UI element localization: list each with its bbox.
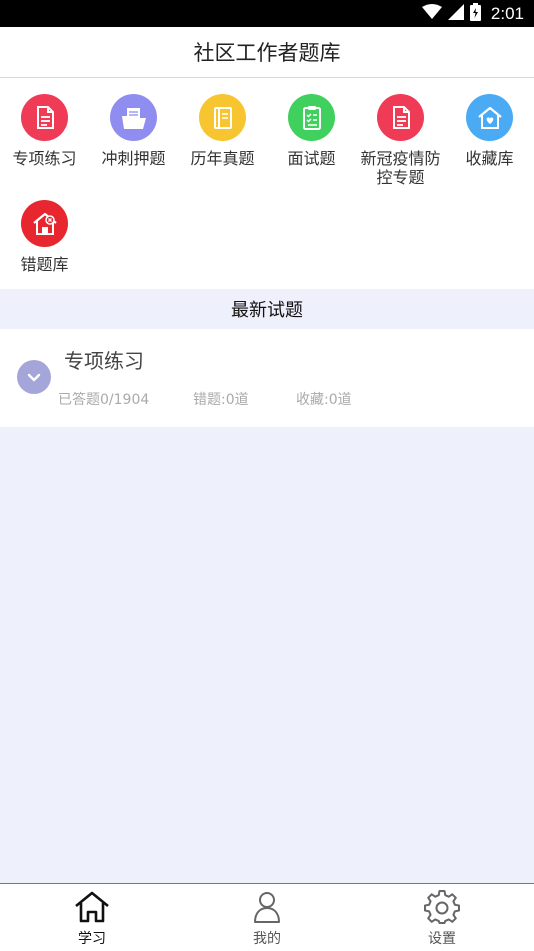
exam-title: 专项练习 [64, 349, 144, 373]
status-bar: 2:01 [0, 0, 534, 27]
home-heart-icon [466, 94, 513, 141]
favorites-count: 收藏:0道 [296, 392, 352, 408]
section-title: 最新试题 [231, 299, 303, 321]
category-favorites[interactable]: 收藏库 [445, 94, 534, 168]
wrong-count: 错题:0道 [193, 392, 249, 408]
nav-item-settings[interactable]: 设置 [353, 884, 531, 951]
category-label: 新冠疫情防控专题 [360, 149, 441, 187]
nav-label: 设置 [428, 931, 456, 947]
category-label: 面试题 [287, 149, 336, 168]
category-interview[interactable]: 面试题 [267, 94, 356, 168]
category-panel: 专项练习 冲刺押题 历年真题 面试题 新冠疫情防控专题 收藏库 错题库 [0, 78, 534, 289]
checklist-icon [288, 94, 335, 141]
status-time: 2:01 [490, 3, 524, 23]
gear-icon [424, 889, 460, 925]
person-icon [249, 889, 285, 925]
page-title: 社区工作者题库 [193, 41, 341, 65]
signal-icon [447, 3, 464, 24]
section-header: 最新试题 [0, 289, 534, 328]
category-covid-topic[interactable]: 新冠疫情防控专题 [356, 94, 445, 187]
category-label: 冲刺押题 [101, 149, 166, 168]
category-label: 错题库 [20, 255, 69, 274]
folder-icon [110, 94, 157, 141]
battery-icon [469, 2, 481, 25]
nav-label: 我的 [253, 931, 281, 947]
expand-button[interactable] [17, 360, 51, 394]
category-label: 专项练习 [12, 149, 77, 168]
home-icon [74, 889, 110, 925]
exam-card[interactable] [0, 329, 534, 427]
category-label: 历年真题 [190, 149, 255, 168]
answered-count: 已答题0/1904 [58, 392, 150, 408]
nav-label: 学习 [78, 931, 106, 947]
category-wrong-questions[interactable]: 错题库 [0, 200, 89, 274]
category-label: 收藏库 [465, 149, 514, 168]
category-past-exams[interactable]: 历年真题 [178, 94, 267, 168]
category-sprint-questions[interactable]: 冲刺押题 [89, 94, 178, 168]
category-special-practice[interactable]: 专项练习 [0, 94, 89, 168]
nav-item-study[interactable]: 学习 [3, 884, 181, 951]
wifi-icon [421, 3, 442, 24]
app-header: 社区工作者题库 [0, 27, 534, 78]
nav-item-mine[interactable]: 我的 [178, 884, 356, 951]
home-x-icon [21, 200, 68, 247]
chevron-down-icon [27, 368, 41, 387]
document-icon [377, 94, 424, 141]
status-icons: 2:01 [421, 2, 524, 25]
document-icon [21, 94, 68, 141]
bottom-nav: 学习 我的 设置 [0, 883, 534, 951]
book-icon [199, 94, 246, 141]
